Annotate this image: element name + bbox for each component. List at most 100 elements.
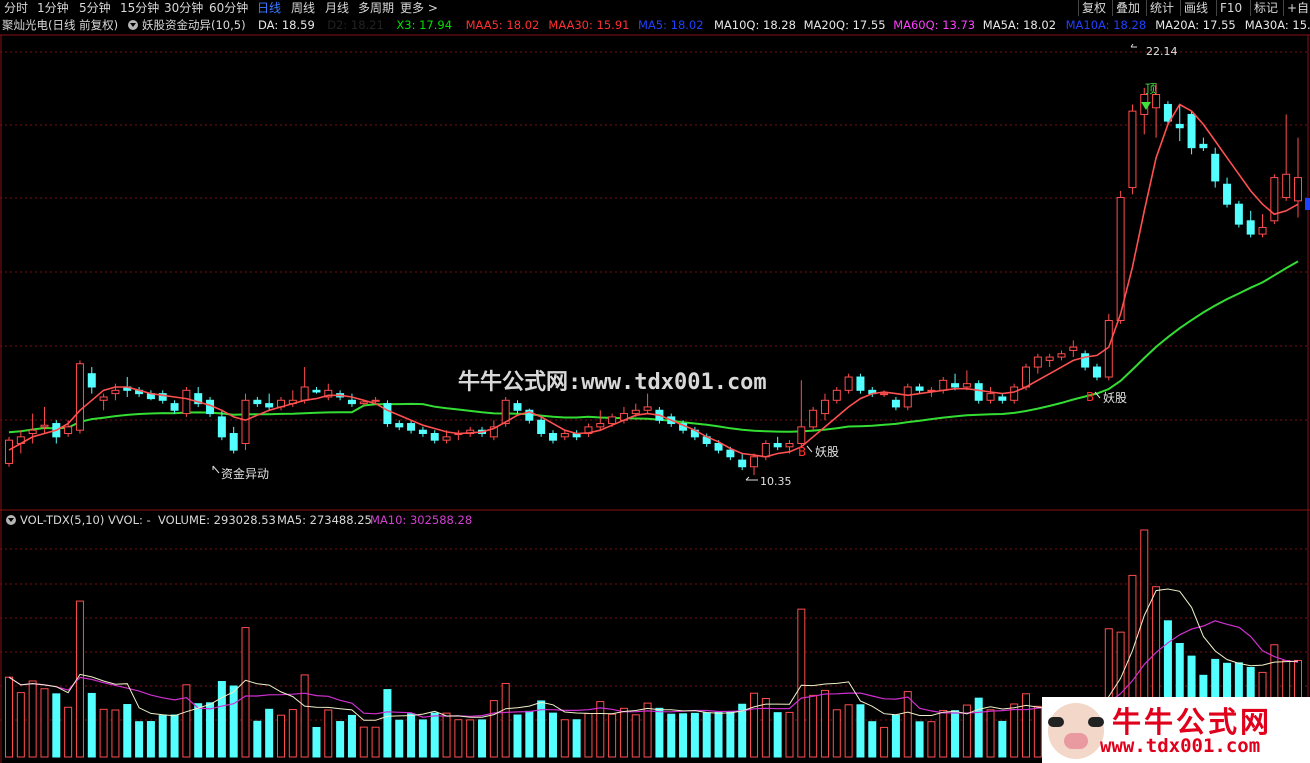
- volume-bar: [123, 704, 132, 758]
- candle-body: [643, 406, 652, 411]
- volume-bar: [501, 682, 510, 758]
- candle-body: [738, 459, 747, 468]
- candle-body: [28, 429, 37, 435]
- candle-body: [217, 416, 226, 438]
- volume-bar: [241, 627, 250, 758]
- yaogu-label-1: 妖股: [815, 445, 839, 459]
- volume-bar: [915, 721, 924, 758]
- candle-body: [951, 383, 960, 388]
- candle-body: [359, 401, 368, 405]
- volume-bar: [135, 721, 144, 758]
- candle-body: [312, 389, 321, 393]
- volume-bar: [513, 714, 522, 758]
- candle-body: [395, 423, 404, 428]
- volume-bar: [288, 709, 297, 758]
- candle-body: [371, 399, 380, 402]
- volume-bar: [418, 719, 427, 758]
- volume-bar: [667, 713, 676, 758]
- watermark-text: 牛牛公式网:www.tdx001.com: [458, 370, 767, 395]
- candle-body: [1199, 143, 1208, 149]
- volume-bar: [951, 710, 960, 758]
- volume-bar: [28, 680, 37, 758]
- volume-bar: [655, 707, 664, 758]
- candle-body: [832, 389, 841, 401]
- candle-body: [111, 389, 120, 395]
- candle-body: [596, 423, 605, 428]
- volume-bar: [750, 692, 759, 758]
- candle-body: [891, 399, 900, 408]
- yaogu-label-2: 妖股: [1103, 391, 1127, 405]
- high-arrow-icon: [1130, 43, 1137, 48]
- volume-bar: [797, 608, 806, 758]
- candle-body: [714, 442, 723, 451]
- volume-bar: [170, 714, 179, 758]
- volume-bar: [868, 721, 877, 758]
- volume-bar: [359, 726, 368, 758]
- candle-body: [1128, 110, 1137, 189]
- candle-body: [1152, 94, 1161, 109]
- volume-bar: [560, 719, 569, 758]
- volume-bar: [679, 713, 688, 758]
- candle-body: [1022, 366, 1031, 388]
- candle-body: [631, 409, 640, 415]
- volume-bar: [336, 721, 345, 758]
- candle-body: [1234, 203, 1243, 225]
- volume-bar: [347, 714, 356, 758]
- candle-body: [1246, 220, 1255, 235]
- volume-bar: [194, 703, 203, 758]
- candle-body: [856, 376, 865, 391]
- volume-bar: [809, 694, 818, 758]
- candle-body: [87, 373, 96, 388]
- yaogu-arrow-icon-1: [806, 445, 813, 453]
- volume-bar: [146, 721, 155, 758]
- volume-bar: [265, 708, 274, 758]
- fund-signal-label: 资金异动: [221, 466, 269, 481]
- volume-bar: [525, 710, 534, 758]
- candle-body: [99, 396, 108, 401]
- candle-body: [347, 399, 356, 405]
- volume-bar: [442, 712, 451, 758]
- candle-body: [241, 399, 250, 444]
- low-price-label: 10.35: [760, 475, 792, 488]
- volume-bar: [619, 707, 628, 758]
- volume-bar: [478, 719, 487, 758]
- volume-bar: [572, 719, 581, 758]
- candle-body: [844, 376, 853, 391]
- high-price-label: 22.14: [1146, 45, 1178, 58]
- candle-body: [1033, 356, 1042, 368]
- volume-bar: [690, 712, 699, 758]
- volume-bar: [1033, 705, 1042, 758]
- candle-body: [229, 433, 238, 451]
- candle-body: [761, 442, 770, 458]
- volume-bar: [891, 714, 900, 758]
- candle-body: [608, 416, 617, 425]
- volume-bar: [761, 697, 770, 758]
- volume-bar: [5, 676, 13, 758]
- candle-body: [1258, 226, 1267, 235]
- candle-body: [513, 403, 522, 411]
- volume-bar: [726, 711, 735, 758]
- candle-body: [1081, 353, 1090, 368]
- volume-bar: [631, 714, 640, 758]
- volume-bar: [206, 702, 215, 758]
- candle-body: [915, 386, 924, 391]
- volume-bar: [182, 684, 191, 758]
- candle-body: [1045, 356, 1054, 361]
- volume-bar: [820, 689, 829, 758]
- candle-body: [1092, 366, 1101, 378]
- volume-bar: [702, 712, 711, 758]
- candle-body: [300, 386, 309, 401]
- volume-bar: [395, 719, 404, 758]
- candle-body: [265, 403, 274, 408]
- volume-bar: [584, 713, 593, 758]
- volume-bar: [939, 709, 948, 758]
- buy-marker-1: B: [798, 445, 806, 459]
- candle-body: [1223, 183, 1232, 205]
- candle-body: [903, 386, 912, 408]
- volume-bar: [880, 726, 889, 758]
- volume-bar: [158, 715, 167, 758]
- volume-bar: [371, 726, 380, 758]
- candle-body: [1010, 386, 1019, 401]
- volume-bar: [738, 703, 747, 758]
- volume-bar: [466, 719, 475, 758]
